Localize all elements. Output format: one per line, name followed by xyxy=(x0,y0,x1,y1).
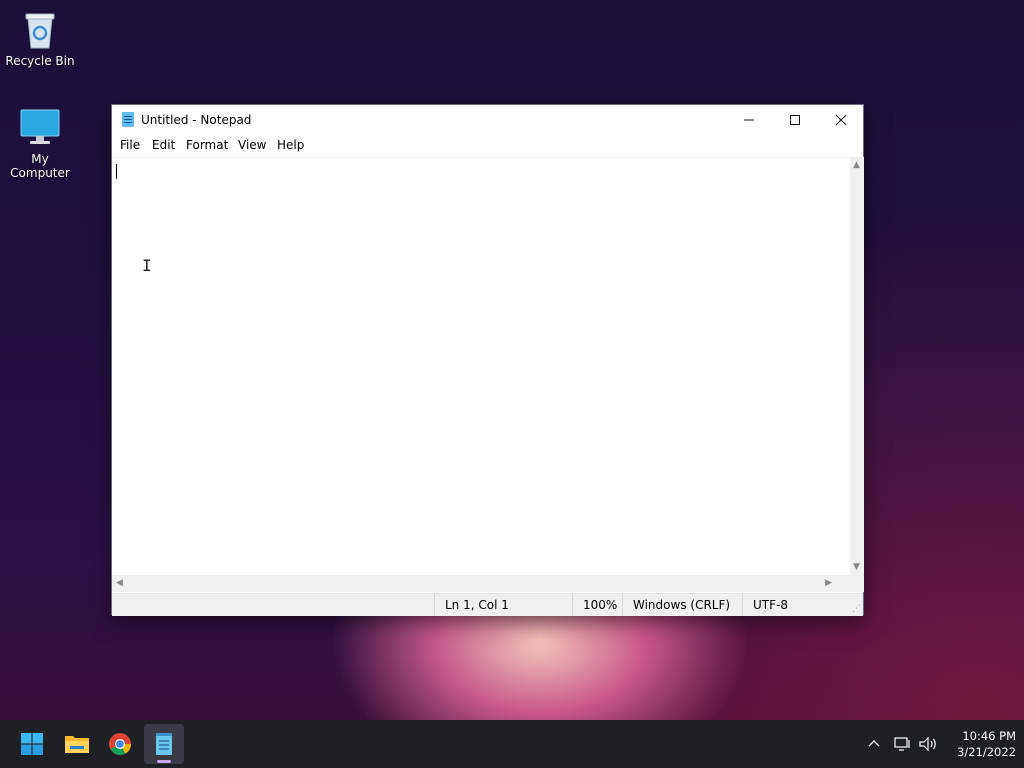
ibeam-cursor-icon: I xyxy=(142,256,152,275)
desktop-icon-label: My Computer xyxy=(10,152,70,180)
horizontal-scrollbar[interactable]: ◀ ▶ xyxy=(112,575,850,592)
maximize-button[interactable] xyxy=(772,105,818,135)
taskbar: 10:46 PM 3/21/2022 xyxy=(0,720,1024,768)
vertical-scrollbar[interactable]: ▲ ▼ xyxy=(850,157,864,575)
menu-view[interactable]: View xyxy=(238,138,266,152)
text-editor-area[interactable]: I xyxy=(112,157,850,576)
show-hidden-icons-button[interactable] xyxy=(866,720,882,768)
notepad-icon xyxy=(156,733,172,755)
chevron-up-icon xyxy=(868,740,880,747)
volume-button[interactable] xyxy=(918,720,938,768)
desktop-icon-recycle-bin[interactable]: Recycle Bin xyxy=(0,8,80,68)
notepad-icon xyxy=(122,112,134,127)
desktop-icon-my-computer[interactable]: My Computer xyxy=(0,106,80,180)
menu-format[interactable]: Format xyxy=(186,138,228,152)
system-clock[interactable]: 10:46 PM 3/21/2022 xyxy=(940,728,1016,760)
close-icon xyxy=(835,114,847,126)
notepad-taskbar-button[interactable] xyxy=(144,724,184,764)
scroll-right-icon[interactable]: ▶ xyxy=(825,578,832,588)
text-caret xyxy=(116,164,117,179)
start-button[interactable] xyxy=(12,724,52,764)
minimize-button[interactable] xyxy=(726,105,772,135)
status-encoding: UTF-8 xyxy=(742,594,862,616)
network-button[interactable] xyxy=(894,720,912,768)
scroll-up-icon[interactable]: ▲ xyxy=(853,160,860,170)
scrollbar-corner xyxy=(850,575,864,592)
chrome-icon xyxy=(109,733,131,755)
file-explorer-button[interactable] xyxy=(57,724,97,764)
menu-edit[interactable]: Edit xyxy=(152,138,175,152)
windows-start-icon xyxy=(21,733,43,755)
speaker-icon xyxy=(919,736,936,752)
status-line-endings: Windows (CRLF) xyxy=(622,594,742,616)
title-bar[interactable]: Untitled - Notepad xyxy=(112,105,863,135)
notepad-window: Untitled - Notepad File Edit Format View… xyxy=(111,104,864,616)
clock-date: 3/21/2022 xyxy=(957,745,1016,759)
status-position: Ln 1, Col 1 xyxy=(434,594,574,616)
recycle-bin-icon xyxy=(19,8,61,50)
close-button[interactable] xyxy=(818,105,864,135)
menu-bar: File Edit Format View Help xyxy=(112,135,863,157)
menu-file[interactable]: File xyxy=(120,138,140,152)
monitor-icon xyxy=(19,106,61,148)
menu-help[interactable]: Help xyxy=(277,138,304,152)
resize-grip-icon[interactable]: ⋰ xyxy=(852,604,861,614)
scroll-down-icon[interactable]: ▼ xyxy=(853,562,860,572)
desktop: Recycle Bin My Computer Untitled - Notep… xyxy=(0,0,1024,720)
status-zoom: 100% xyxy=(572,594,622,616)
folder-icon xyxy=(65,736,89,753)
window-title: Untitled - Notepad xyxy=(141,113,252,127)
clock-time: 10:46 PM xyxy=(962,729,1016,743)
chrome-button[interactable] xyxy=(100,724,140,764)
maximize-icon xyxy=(790,115,800,125)
scroll-left-icon[interactable]: ◀ xyxy=(116,578,123,588)
minimize-icon xyxy=(744,119,754,121)
network-icon xyxy=(894,737,910,751)
status-bar: Ln 1, Col 1 100% Windows (CRLF) UTF-8 ⋰ xyxy=(112,593,863,616)
desktop-icon-label: Recycle Bin xyxy=(5,54,75,68)
